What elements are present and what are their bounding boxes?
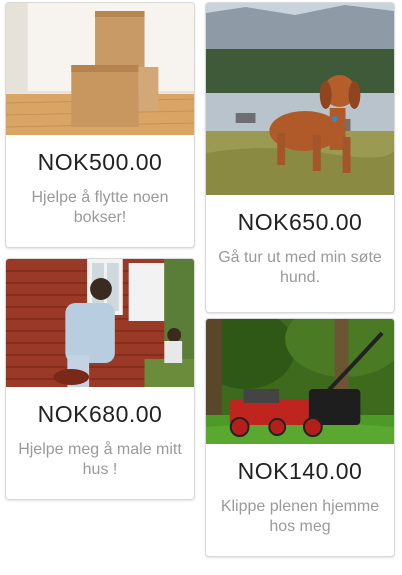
listing-description: Hjelpe meg å male mitt hus ! bbox=[18, 441, 182, 478]
listing-description: Klippe plenen hjemme hos meg bbox=[220, 498, 380, 535]
listing-price: NOK650.00 bbox=[237, 209, 363, 235]
listing-description: Gå tur ut med min søte hund. bbox=[218, 249, 382, 286]
house-painting-photo[interactable] bbox=[6, 259, 194, 387]
listing-card-lawn-mowing[interactable]: NOK140.00 Klippe plenen hjemme hos meg bbox=[205, 318, 395, 557]
listing-card-moving[interactable]: NOK500.00 Hjelpe å flytte noen bokser! bbox=[5, 2, 195, 248]
listing-card-dog-walk[interactable]: NOK650.00 Gå tur ut med min søte hund. bbox=[205, 2, 395, 313]
listing-price: NOK140.00 bbox=[237, 458, 363, 484]
listing-card-painting[interactable]: NOK680.00 Hjelpe meg å male mitt hus ! bbox=[5, 258, 195, 500]
puppy-photo[interactable] bbox=[206, 3, 394, 195]
listing-description: Hjelpe å flytte noen bokser! bbox=[31, 189, 169, 226]
moving-boxes-photo[interactable] bbox=[6, 3, 194, 135]
listing-price: NOK680.00 bbox=[37, 401, 163, 427]
lawn-mower-photo[interactable] bbox=[206, 319, 394, 444]
listing-price: NOK500.00 bbox=[37, 149, 163, 175]
